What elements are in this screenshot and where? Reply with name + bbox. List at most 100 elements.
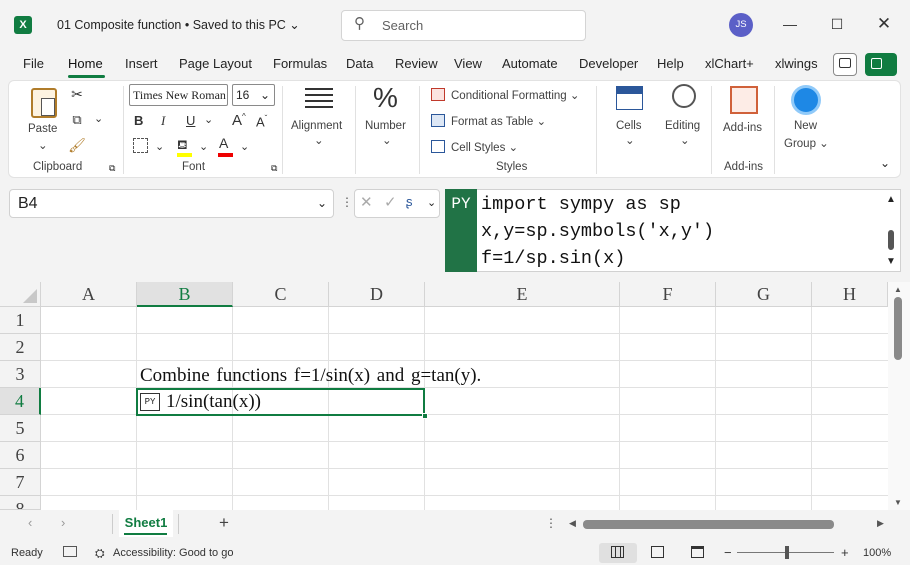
column-header[interactable]: F <box>620 282 716 307</box>
chevron-down-icon[interactable]: ⌄ <box>382 133 392 147</box>
chevron-down-icon[interactable]: ⌄ <box>317 196 327 210</box>
scroll-down-icon[interactable]: ▼ <box>886 256 896 267</box>
accessibility-status[interactable]: Accessibility: Good to go <box>113 547 233 559</box>
column-header[interactable]: D <box>329 282 425 307</box>
tab-automate[interactable]: Automate <box>502 56 558 71</box>
tab-developer[interactable]: Developer <box>579 56 638 71</box>
alignment-button[interactable]: Alignment <box>291 120 342 132</box>
zoom-level[interactable]: 100% <box>863 547 891 559</box>
column-header[interactable]: E <box>425 282 620 307</box>
comments-button[interactable] <box>833 53 857 76</box>
formula-scrollbar[interactable] <box>888 230 894 250</box>
row-header[interactable]: 8 <box>0 496 41 510</box>
row-header[interactable]: 7 <box>0 469 41 496</box>
chevron-down-icon[interactable]: ⌄ <box>38 138 48 152</box>
cells-button[interactable]: Cells <box>616 120 642 132</box>
zoom-out-button[interactable]: − <box>724 545 732 560</box>
scroll-up-icon[interactable]: ▲ <box>886 194 896 205</box>
underline-button[interactable]: U <box>186 113 195 128</box>
document-title[interactable]: 01 Composite function • Saved to this PC… <box>57 17 300 32</box>
column-header[interactable]: A <box>41 282 137 307</box>
scroll-left-icon[interactable]: ◀ <box>569 518 576 529</box>
page-break-view-icon[interactable] <box>691 546 704 558</box>
grow-font-button[interactable]: A^ <box>232 112 246 129</box>
chevron-down-icon[interactable]: ⌄ <box>240 140 249 153</box>
zoom-in-button[interactable]: + <box>841 545 849 560</box>
chevron-down-icon[interactable]: ⌄ <box>680 133 690 147</box>
cell-styles-button[interactable]: Cell Styles ⌄ <box>451 140 518 154</box>
italic-button[interactable]: I <box>161 113 165 129</box>
conditional-formatting-button[interactable]: Conditional Formatting ⌄ <box>451 88 580 102</box>
font-family-select[interactable]: Times New Roman <box>129 84 228 106</box>
maximize-icon[interactable]: ☐ <box>827 14 847 34</box>
percent-icon[interactable]: % <box>373 82 398 114</box>
tab-xlchart[interactable]: xlChart+ <box>705 56 754 71</box>
more-options-icon[interactable]: ⋮ <box>341 195 353 209</box>
new-group-button[interactable]: New <box>794 120 817 132</box>
column-header[interactable]: B <box>137 282 233 307</box>
tab-formulas[interactable]: Formulas <box>273 56 327 71</box>
paste-icon[interactable] <box>31 88 57 118</box>
row-header[interactable]: 6 <box>0 442 41 469</box>
number-button[interactable]: Number <box>365 120 406 132</box>
scroll-down-icon[interactable]: ▼ <box>894 498 902 507</box>
tab-xlwings[interactable]: xlwings <box>775 56 818 71</box>
prev-sheet-icon[interactable]: ‹ <box>28 515 32 530</box>
cut-icon[interactable]: ✂ <box>69 86 85 103</box>
cell-b3[interactable]: Combine functions f=1/sin(x) and g=tan(y… <box>140 365 481 387</box>
tab-help[interactable]: Help <box>657 56 684 71</box>
tab-insert[interactable]: Insert <box>125 56 158 71</box>
chevron-down-icon[interactable]: ⌄ <box>625 133 635 147</box>
format-as-table-button[interactable]: Format as Table ⌄ <box>451 114 546 128</box>
font-color-icon[interactable]: A <box>219 135 228 151</box>
column-header[interactable]: H <box>812 282 888 307</box>
new-group-button-line2[interactable]: Group ⌄ <box>784 136 829 150</box>
row-header[interactable]: 3 <box>0 361 41 388</box>
shrink-font-button[interactable]: Aˇ <box>256 114 267 129</box>
next-sheet-icon[interactable]: › <box>61 515 65 530</box>
tab-file[interactable]: File <box>23 56 44 71</box>
paste-button[interactable]: Paste <box>28 123 57 135</box>
tab-page-layout[interactable]: Page Layout <box>179 56 252 71</box>
close-icon[interactable]: ✕ <box>874 14 894 34</box>
add-ins-button[interactable]: Add-ins <box>723 122 762 134</box>
row-header[interactable]: 2 <box>0 334 41 361</box>
cancel-icon[interactable]: ✕ <box>360 193 373 211</box>
minimize-icon[interactable]: — <box>780 14 800 34</box>
worksheet-grid[interactable] <box>0 282 888 510</box>
font-size-select[interactable]: 16 ⌄ <box>232 84 275 106</box>
horizontal-scroll-thumb[interactable] <box>583 520 834 529</box>
chevron-down-icon[interactable]: ⌄ <box>155 140 164 153</box>
add-sheet-button[interactable]: + <box>219 513 229 533</box>
cells-icon[interactable] <box>616 86 643 110</box>
enter-icon[interactable]: ✓ <box>384 193 397 211</box>
tab-data[interactable]: Data <box>346 56 373 71</box>
format-painter-icon[interactable]: 🖌 <box>68 137 86 154</box>
alignment-icon[interactable] <box>305 88 333 108</box>
tab-view[interactable]: View <box>454 56 482 71</box>
macro-recorder-icon[interactable] <box>63 546 77 557</box>
name-box[interactable]: B4 <box>9 189 334 218</box>
more-options-icon[interactable]: ⋮ <box>545 516 557 530</box>
chevron-down-icon[interactable]: ⌄ <box>314 133 324 147</box>
scroll-up-icon[interactable]: ▲ <box>894 285 902 294</box>
dialog-launcher-icon[interactable]: ⧉ <box>109 163 115 174</box>
editing-button[interactable]: Editing <box>665 120 700 132</box>
bold-button[interactable]: B <box>134 113 143 128</box>
chevron-down-icon[interactable]: ⌄ <box>427 196 436 209</box>
add-ins-icon[interactable] <box>730 86 758 114</box>
borders-icon[interactable] <box>133 138 148 153</box>
share-button[interactable] <box>865 53 897 76</box>
chevron-down-icon[interactable]: ⌄ <box>204 113 213 126</box>
column-header[interactable]: G <box>716 282 812 307</box>
python-mode-icon[interactable]: ʂ <box>406 194 413 209</box>
editing-search-icon[interactable] <box>672 84 696 108</box>
row-header[interactable]: 1 <box>0 307 41 334</box>
vertical-scroll-thumb[interactable] <box>894 297 902 360</box>
chevron-down-icon[interactable]: ⌄ <box>199 140 208 153</box>
row-header[interactable]: 4 <box>0 388 41 415</box>
tab-home[interactable]: Home <box>68 56 103 71</box>
search-input[interactable] <box>341 10 586 41</box>
dialog-launcher-icon[interactable]: ⧉ <box>271 163 277 174</box>
zoom-slider-knob[interactable] <box>785 546 789 559</box>
